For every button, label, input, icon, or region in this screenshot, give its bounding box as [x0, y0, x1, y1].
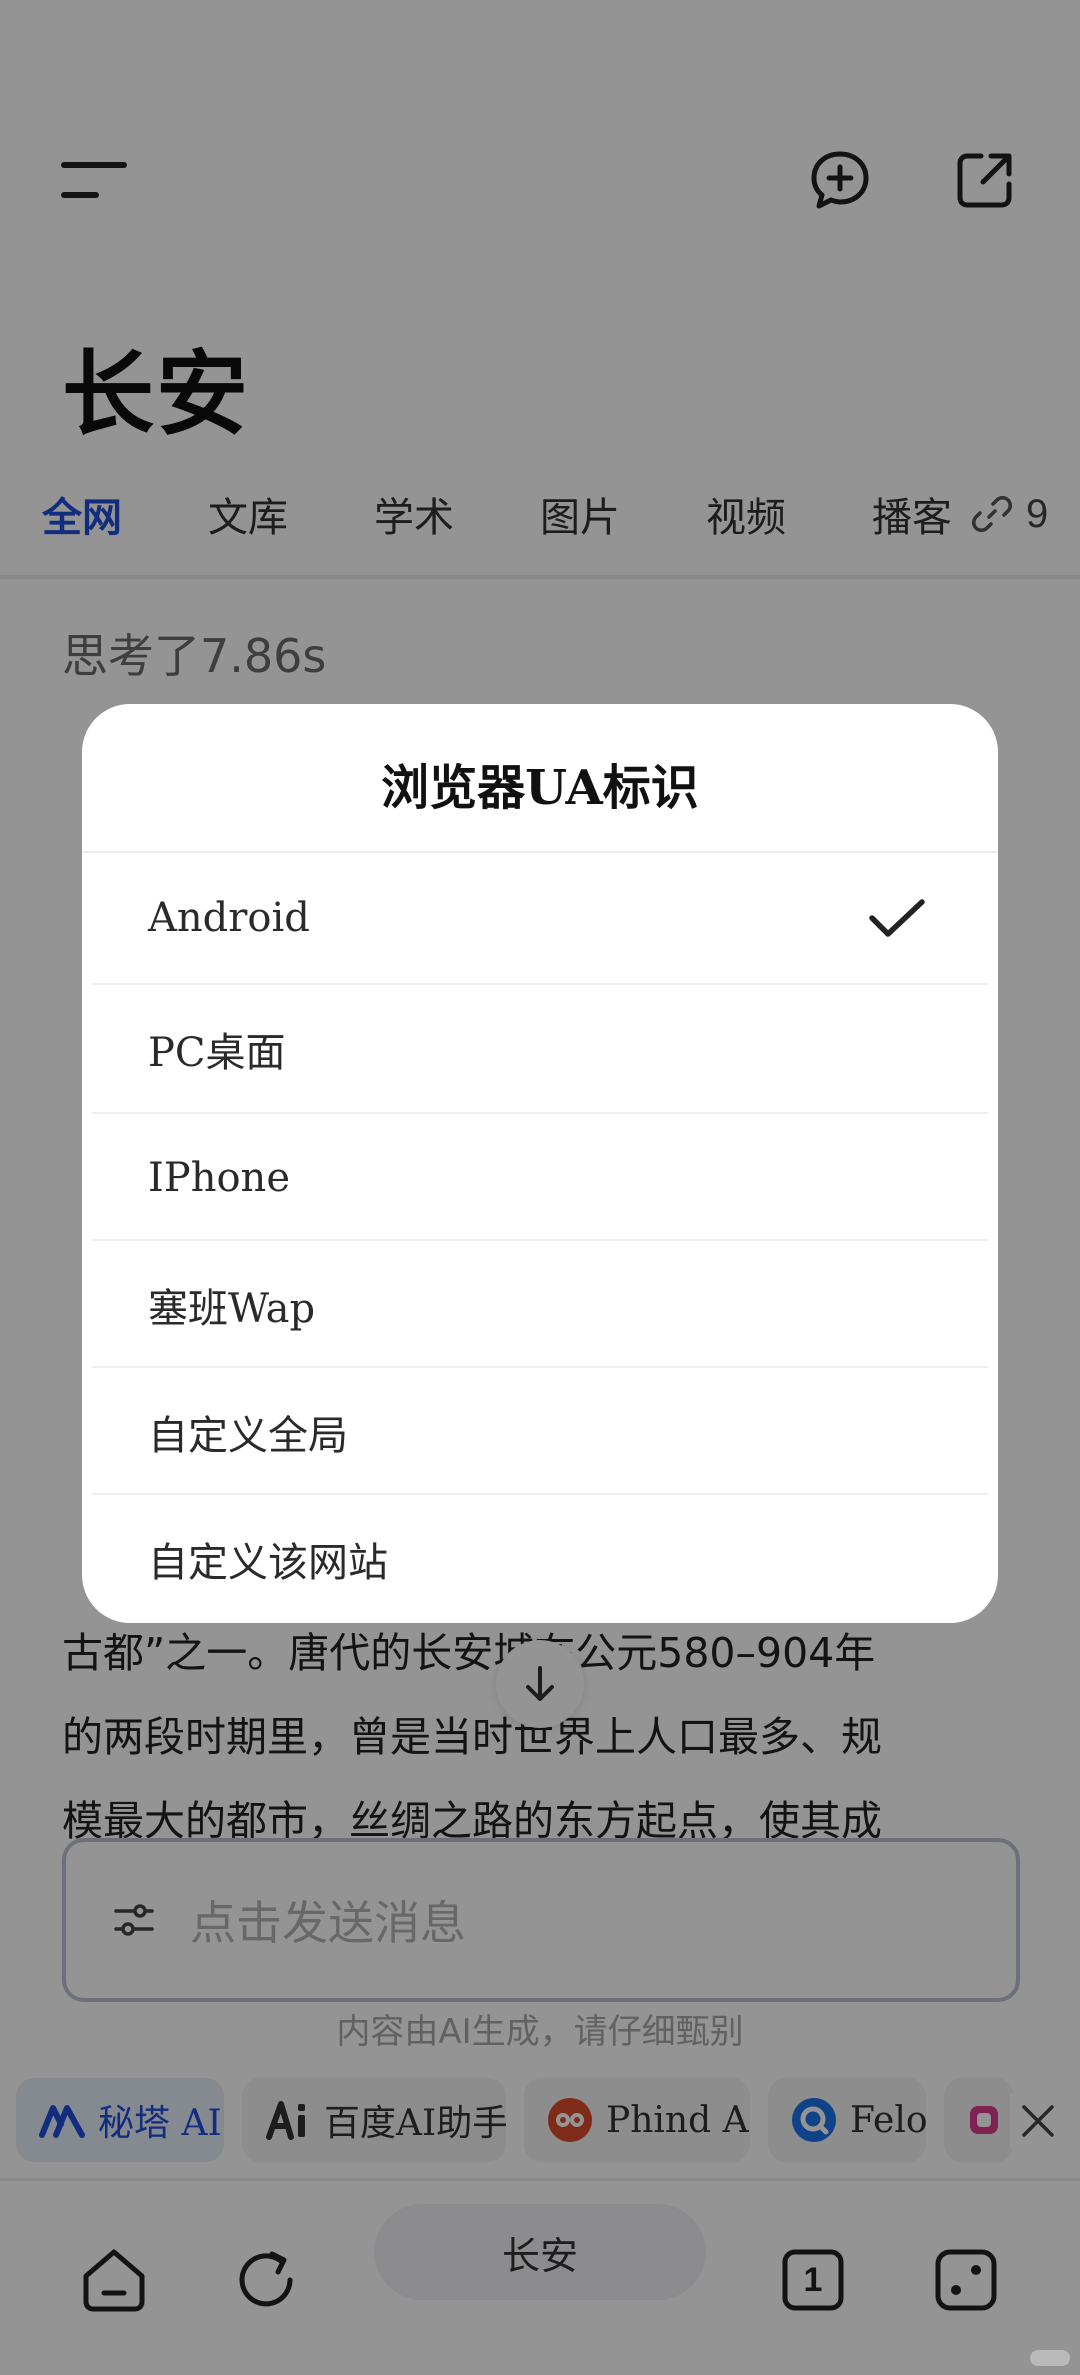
ua-dialog: 浏览器UA标识 Android PC桌面 IPhone 塞班Wap 自定义全局 … — [82, 704, 998, 1623]
option-label: PC桌面 — [148, 1029, 286, 1076]
ua-option-android[interactable]: Android — [92, 854, 988, 981]
option-label: 塞班Wap — [148, 1285, 316, 1332]
option-label: 自定义全局 — [148, 1412, 348, 1459]
ua-option-custom-global[interactable]: 自定义全局 — [92, 1368, 988, 1495]
check-icon — [869, 898, 925, 937]
ua-option-pc[interactable]: PC桌面 — [92, 985, 988, 1112]
option-label: Android — [148, 894, 310, 941]
dialog-title: 浏览器UA标识 — [381, 760, 699, 816]
dialog-divider — [82, 851, 998, 853]
watermark — [1030, 2350, 1070, 2366]
option-label: IPhone — [148, 1154, 290, 1201]
ua-option-symbian[interactable]: 塞班Wap — [92, 1241, 988, 1368]
option-label: 自定义该网站 — [148, 1539, 388, 1586]
ua-option-iphone[interactable]: IPhone — [92, 1114, 988, 1241]
ua-option-custom-site[interactable]: 自定义该网站 — [92, 1495, 988, 1622]
